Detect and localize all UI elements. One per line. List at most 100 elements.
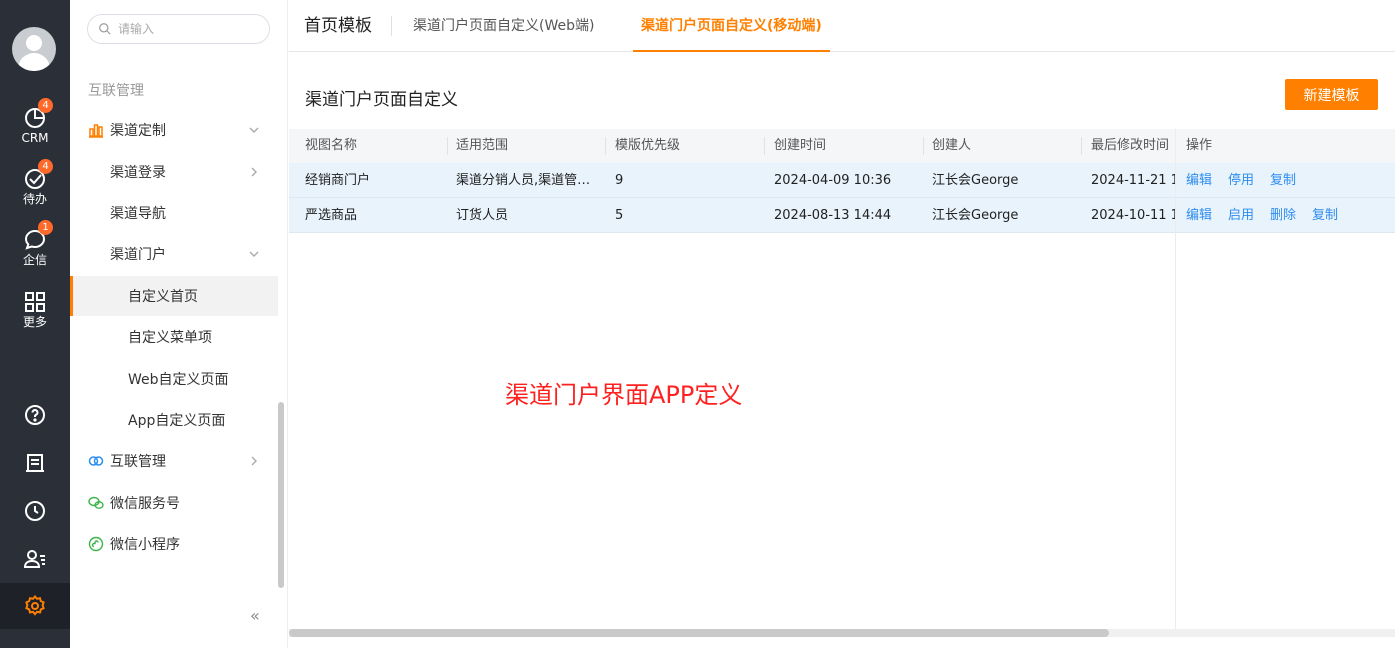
edit-link[interactable]: 编辑	[1186, 208, 1212, 223]
column-header: 适用范围	[456, 138, 509, 153]
new-template-button[interactable]: 新建模板	[1285, 79, 1378, 110]
sidebar-item-wechat-mini[interactable]: 微信小程序	[70, 524, 278, 564]
tab-portal-mobile[interactable]: 渠道门户页面自定义(移动端)	[633, 0, 830, 52]
cell-creator: 江长会George	[932, 208, 1019, 223]
sidebar-item-web-page[interactable]: Web自定义页面	[70, 359, 278, 399]
sidebar-item-label: 渠道定制	[110, 123, 166, 139]
column-header: 模版优先级	[615, 138, 681, 153]
sidebar: 互联管理 渠道定制 渠道登录 渠道导航 渠道门户 自定义首页 自定义菜单项 We…	[70, 0, 288, 648]
settings-icon	[25, 594, 45, 616]
chevron-right-icon	[251, 456, 257, 466]
cell-actions: 编辑 启用 删除 复制	[1186, 198, 1354, 233]
copy-link[interactable]: 复制	[1270, 173, 1296, 188]
crm-badge: 4	[38, 98, 53, 113]
chart-bar-icon	[89, 124, 103, 138]
rail-notebook[interactable]	[0, 451, 70, 475]
rail-help[interactable]	[0, 403, 70, 427]
rail-item-label: 更多	[22, 315, 47, 329]
tab-portal-web[interactable]: 渠道门户页面自定义(Web端)	[413, 0, 594, 51]
rail-item-chat[interactable]: 1 企信	[0, 220, 70, 267]
cell-creator: 江长会George	[932, 173, 1019, 188]
search-input[interactable]	[118, 22, 258, 36]
clock-icon	[25, 501, 45, 521]
sidebar-item-label: 渠道登录	[110, 165, 166, 181]
sidebar-item-channel-login[interactable]: 渠道登录	[70, 152, 278, 192]
help-icon	[25, 405, 45, 425]
sidebar-item-label: 自定义菜单项	[128, 330, 212, 346]
wechat-icon	[88, 496, 104, 509]
cell-name: 严选商品	[305, 208, 358, 223]
todo-badge: 4	[38, 159, 53, 174]
sidebar-item-label: App自定义页面	[128, 413, 226, 429]
section-title: 互联管理	[88, 83, 144, 99]
cell-modified: 2024-11-21 17	[1091, 173, 1175, 188]
actions-column-divider	[1175, 129, 1176, 629]
disable-link[interactable]: 停用	[1228, 173, 1254, 188]
cell-modified: 2024-10-11 16	[1091, 208, 1175, 223]
sidebar-item-label: 渠道门户	[110, 247, 166, 263]
rail-settings[interactable]	[0, 594, 70, 618]
search-icon	[99, 23, 111, 35]
copy-link[interactable]: 复制	[1312, 208, 1338, 223]
app-root: 4 CRM 4 待办 1 企信 更多 请输入 互联管理 渠道定制 渠道登录 渠道…	[0, 0, 1395, 648]
search-box[interactable]	[87, 14, 270, 44]
rail-item-more[interactable]: 更多	[0, 290, 70, 329]
sidebar-item-channel-nav[interactable]: 渠道导航	[70, 193, 278, 233]
rail-item-crm[interactable]: 4 CRM	[0, 98, 70, 145]
avatar[interactable]	[12, 27, 56, 71]
sidebar-item-label: 微信服务号	[110, 496, 180, 512]
chat-badge: 1	[38, 220, 53, 235]
left-rail: 4 CRM 4 待办 1 企信 更多	[0, 0, 70, 648]
edit-link[interactable]: 编辑	[1186, 173, 1212, 188]
sidebar-item-app-page[interactable]: App自定义页面	[70, 400, 278, 440]
sidebar-item-label: 自定义首页	[128, 289, 198, 305]
tab-home-template[interactable]: 首页模板	[304, 0, 372, 51]
column-header: 视图名称	[305, 138, 358, 153]
sidebar-item-label: Web自定义页面	[128, 372, 229, 388]
sidebar-item-channel-portal[interactable]: 渠道门户	[70, 234, 278, 274]
cell-actions: 编辑 停用 复制	[1186, 163, 1312, 198]
column-header: 最后修改时间	[1091, 138, 1170, 153]
chevron-right-icon	[251, 167, 257, 177]
cell-created: 2024-08-13 14:44	[774, 208, 892, 223]
horizontal-scrollbar[interactable]	[289, 629, 1109, 637]
sidebar-item-label: 微信小程序	[110, 537, 180, 553]
sidebar-item-label: 渠道导航	[110, 206, 166, 222]
cell-scope: 订货人员	[456, 208, 509, 223]
main-content: 首页模板 渠道门户页面自定义(Web端) 渠道门户页面自定义(移动端) 渠道门户…	[289, 0, 1395, 648]
rail-item-label: 企信	[22, 253, 47, 267]
template-table: 视图名称 适用范围 模版优先级 创建时间 创建人 最后修改时间 操作 经销商门户…	[289, 129, 1395, 233]
cell-created: 2024-04-09 10:36	[774, 173, 892, 188]
rail-clock[interactable]	[0, 499, 70, 523]
column-header: 创建时间	[774, 138, 827, 153]
sidebar-item-wechat-service[interactable]: 微信服务号	[70, 483, 278, 523]
column-header: 创建人	[932, 138, 972, 153]
delete-link[interactable]: 删除	[1270, 208, 1296, 223]
sidebar-item-interconnect[interactable]: 互联管理	[70, 441, 278, 481]
contacts-icon	[23, 550, 45, 568]
column-header: 操作	[1186, 138, 1213, 153]
page-title: 渠道门户页面自定义	[305, 90, 458, 110]
rail-item-todo[interactable]: 4 待办	[0, 159, 70, 206]
tab-bar: 首页模板 渠道门户页面自定义(Web端) 渠道门户页面自定义(移动端)	[289, 0, 1395, 52]
chevron-down-icon	[249, 251, 259, 257]
cell-priority: 5	[615, 208, 624, 223]
annotation-text: 渠道门户界面APP定义	[505, 381, 743, 409]
cell-priority: 9	[615, 173, 624, 188]
rail-item-label: CRM	[21, 131, 49, 145]
table-header: 视图名称 适用范围 模版优先级 创建时间 创建人 最后修改时间 操作	[289, 129, 1395, 163]
miniprogram-icon	[88, 536, 104, 552]
sidebar-scrollbar[interactable]	[278, 402, 284, 588]
sidebar-item-custom-menu[interactable]: 自定义菜单项	[70, 317, 278, 357]
enable-link[interactable]: 启用	[1228, 208, 1254, 223]
cell-name: 经销商门户	[305, 173, 371, 188]
table-row[interactable]: 经销商门户 渠道分销人员,渠道管… 9 2024-04-09 10:36 江长会…	[289, 163, 1395, 198]
table-row[interactable]: 严选商品 订货人员 5 2024-08-13 14:44 江长会George 2…	[289, 198, 1395, 233]
sidebar-item-custom-home[interactable]: 自定义首页	[70, 276, 278, 316]
sidebar-item-channel-custom[interactable]: 渠道定制	[70, 110, 278, 150]
tab-divider	[391, 16, 392, 36]
rail-contacts[interactable]	[0, 547, 70, 571]
rail-item-label: 待办	[22, 192, 47, 206]
collapse-sidebar-button[interactable]: «	[250, 606, 260, 625]
sidebar-item-label: 互联管理	[110, 454, 166, 470]
